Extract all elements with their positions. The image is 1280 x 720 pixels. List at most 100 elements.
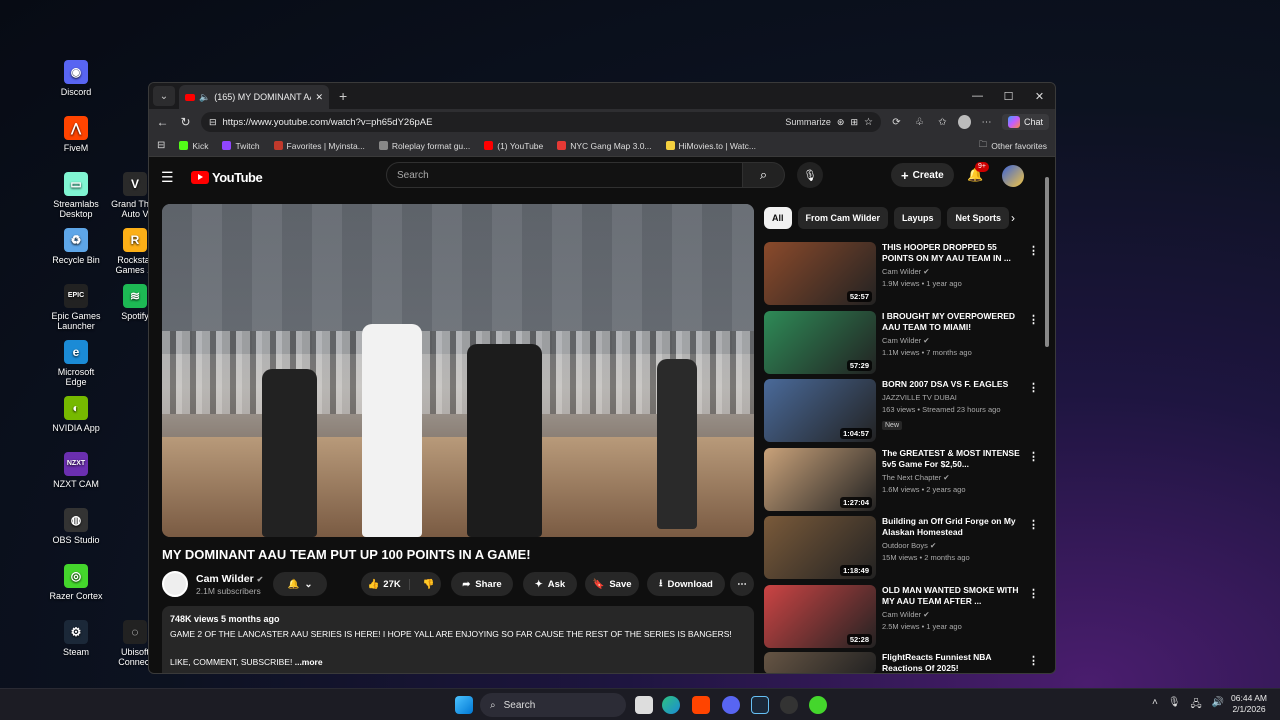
video-player[interactable] [162, 204, 754, 537]
tab-youtube[interactable]: 🔈 (165) MY DOMINANT AAU TE ✕ [179, 85, 329, 109]
voice-search-button[interactable]: 🎙 [797, 162, 823, 188]
video-title[interactable]: OLD MAN WANTED SMOKE WITH MY AAU TEAM AF… [882, 585, 1024, 607]
site-info-icon[interactable]: ⊟ [209, 117, 217, 128]
desktop-icon-fivem[interactable]: ⋀ FiveM [46, 116, 106, 153]
more-menu-icon[interactable]: ⋯ [979, 117, 994, 128]
video-menu-kebab-icon[interactable]: ⋮ [1028, 313, 1039, 326]
refresh-button[interactable]: ↻ [178, 115, 193, 129]
reading-mode-icon[interactable]: ⊟ [157, 140, 165, 151]
video-thumbnail[interactable]: 1:27:04 [764, 448, 876, 511]
desktop-icon-epic-games-launcher[interactable]: EPIC Epic Games Launcher [46, 284, 106, 331]
obs-taskbar-icon[interactable] [780, 696, 798, 714]
address-bar[interactable]: ⊟ https://www.youtube.com/watch?v=ph65dY… [200, 112, 881, 132]
url-text[interactable]: https://www.youtube.com/watch?v=ph65dY26… [223, 117, 780, 128]
video-thumbnail[interactable] [764, 652, 876, 673]
extensions-icon[interactable]: ⟳ [889, 117, 904, 128]
video-menu-kebab-icon[interactable]: ⋮ [1028, 381, 1039, 394]
recommended-video[interactable]: 57:29 I BROUGHT MY OVERPOWERED AAU TEAM T… [764, 311, 1044, 377]
favorite-item[interactable]: Kick [179, 141, 208, 151]
like-button[interactable]: 👍 27K [359, 578, 410, 590]
close-window-button[interactable]: ✕ [1024, 90, 1055, 103]
razer-taskbar-icon[interactable] [809, 696, 827, 714]
recommended-video[interactable]: 1:04:57 BORN 2007 DSA VS F. EAGLES JAZZVIL… [764, 379, 1044, 445]
start-windows-icon[interactable] [455, 696, 473, 714]
microphone-tray-icon[interactable]: 🎙 [1168, 697, 1181, 714]
taskbar-clock[interactable]: 06:44 AM 2/1/2026 [1226, 693, 1272, 715]
video-thumbnail[interactable]: 52:57 [764, 242, 876, 305]
taskbar-search[interactable]: ⌕ Search [480, 693, 626, 717]
channel-name[interactable]: Cam Wilder ✔ [196, 573, 263, 585]
speaker-icon[interactable]: 🔈 [199, 92, 210, 103]
download-button[interactable]: ⭳ Download [647, 572, 725, 596]
account-avatar[interactable] [1002, 165, 1024, 187]
channel-avatar[interactable] [162, 571, 188, 597]
summarize-button[interactable]: Summarize [785, 117, 831, 127]
video-menu-kebab-icon[interactable]: ⋮ [1028, 587, 1039, 600]
video-title[interactable]: FlightReacts Funniest NBA Reactions Of 2… [882, 652, 1024, 673]
more-actions-button[interactable]: ⋯ [730, 572, 754, 596]
video-title[interactable]: I BROUGHT MY OVERPOWERED AAU TEAM TO MIA… [882, 311, 1024, 333]
video-menu-kebab-icon[interactable]: ⋮ [1028, 450, 1039, 463]
youtube-logo[interactable]: YouTube [191, 170, 263, 185]
steam-taskbar-icon[interactable] [751, 696, 769, 714]
show-more-link[interactable]: ...more [295, 657, 323, 667]
copilot-mini-icon[interactable]: ⊛ [837, 117, 845, 128]
menu-hamburger-icon[interactable]: ☰ [161, 169, 181, 186]
desktop-icon-nzxt-cam[interactable]: NZXT NZXT CAM [46, 452, 106, 489]
video-title[interactable]: Building an Off Grid Forge on My Alaskan… [882, 516, 1024, 538]
network-icon[interactable]: 🖧 [1191, 697, 1202, 714]
share-button[interactable]: ➦ Share [451, 572, 513, 596]
dislike-button[interactable]: 👎 [415, 579, 443, 590]
video-description[interactable]: 748K views 5 months ago GAME 2 OF THE LA… [162, 606, 754, 673]
video-channel[interactable]: Cam Wilder ✔ [882, 610, 1024, 619]
recommended-video[interactable]: 1:18:49 Building an Off Grid Forge on My … [764, 516, 1044, 582]
recommended-video[interactable]: 52:57 THIS HOOPER DROPPED 55 POINTS ON MY… [764, 242, 1044, 308]
favorite-item[interactable]: Favorites | Myinsta... [273, 141, 365, 151]
video-menu-kebab-icon[interactable]: ⋮ [1028, 244, 1039, 257]
desktop-icon-streamlabs-desktop[interactable]: ▭ Streamlabs Desktop [46, 172, 106, 219]
desktop-icon-microsoft-edge[interactable]: e Microsoft Edge [46, 340, 106, 387]
video-menu-kebab-icon[interactable]: ⋮ [1028, 654, 1039, 667]
split-screen-icon[interactable]: ⊞ [850, 117, 858, 128]
video-channel[interactable]: Outdoor Boys ✔ [882, 541, 1024, 550]
search-input[interactable]: Search [386, 162, 743, 188]
video-thumbnail[interactable]: 1:04:57 [764, 379, 876, 442]
favorite-item[interactable]: HiMovies.to | Watc... [665, 141, 756, 151]
notifications-button[interactable]: 🔔 9+ [967, 162, 989, 183]
video-thumbnail[interactable]: 52:28 [764, 585, 876, 648]
chip-all[interactable]: All [764, 207, 792, 229]
favorite-item[interactable]: (1) YouTube [484, 141, 543, 151]
back-button[interactable]: ← [155, 115, 170, 129]
page-scrollbar[interactable] [1045, 171, 1051, 671]
chip-layups[interactable]: Layups [893, 207, 942, 229]
desktop-icon-razer-cortex[interactable]: ◎ Razer Cortex [46, 564, 106, 601]
subscription-bell-button[interactable]: 🔔 ⌄ [273, 572, 327, 596]
video-title[interactable]: The GREATEST & MOST INTENSE 5v5 Game For… [882, 448, 1024, 470]
desktop-icon-discord[interactable]: ◉ Discord [46, 60, 106, 97]
desktop-icon-steam[interactable]: ⚙ Steam [46, 620, 106, 657]
minimize-button[interactable]: — [962, 90, 993, 103]
video-channel[interactable]: Cam Wilder ✔ [882, 267, 1024, 276]
ask-button[interactable]: ✦ Ask [523, 572, 577, 596]
video-channel[interactable]: JAZZVILLE TV DUBAI [882, 393, 1024, 402]
recommended-video[interactable]: 52:28 OLD MAN WANTED SMOKE WITH MY AAU TE… [764, 585, 1044, 651]
desktop-icon-recycle-bin[interactable]: ♻ Recycle Bin [46, 228, 106, 265]
video-title[interactable]: BORN 2007 DSA VS F. EAGLES [882, 379, 1024, 390]
favorites-icon[interactable]: ✩ [935, 117, 950, 128]
other-favorites-folder[interactable]: 🗀 Other favorites [979, 139, 1047, 153]
desktop-icon-nvidia-app[interactable]: ◐ NVIDIA App [46, 396, 106, 433]
chip-net-sports[interactable]: Net Sports [947, 207, 1009, 229]
tray-chevron-up-icon[interactable]: ˄ [1152, 697, 1158, 714]
new-tab-button[interactable]: + [339, 88, 347, 104]
video-menu-kebab-icon[interactable]: ⋮ [1028, 518, 1039, 531]
save-button[interactable]: 🔖 Save [585, 572, 639, 596]
edge-taskbar-icon[interactable] [662, 696, 680, 714]
recommended-video[interactable]: FlightReacts Funniest NBA Reactions Of 2… [764, 652, 1044, 673]
favorite-item[interactable]: NYC Gang Map 3.0... [557, 141, 652, 151]
favorite-item[interactable]: Roleplay format gu... [378, 141, 470, 151]
favorite-item[interactable]: Twitch [222, 141, 260, 151]
maximize-button[interactable]: ☐ [993, 90, 1024, 103]
favorite-star-icon[interactable]: ☆ [864, 117, 873, 128]
close-tab-icon[interactable]: ✕ [315, 92, 323, 103]
recommended-video[interactable]: 1:27:04 The GREATEST & MOST INTENSE 5v5 G… [764, 448, 1044, 514]
